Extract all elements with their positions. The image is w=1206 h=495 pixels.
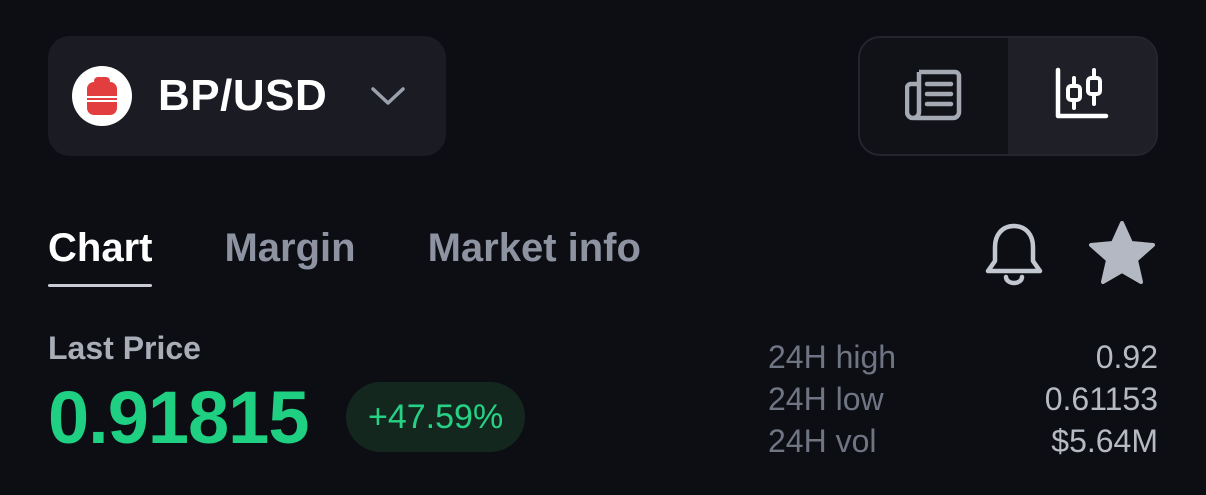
last-price-label: Last Price [48,330,201,366]
stats-panel: 24H high 0.92 24H low 0.61153 24H vol $5… [768,336,1158,462]
stat-row-high: 24H high 0.92 [768,336,1158,378]
last-price-value: 0.91815 [48,376,309,459]
bell-icon [983,221,1045,292]
tab-chart[interactable]: Chart [48,226,153,287]
stat-row-volume: 24H vol $5.64M [768,420,1158,462]
stat-value: 0.92 [1095,339,1158,375]
stat-label: 24H high [768,339,897,375]
candlestick-chart-icon [1054,66,1110,127]
pair-selector[interactable]: BP/USD [48,36,446,156]
stat-label: 24H low [768,381,884,417]
stat-label: 24H vol [768,423,877,459]
stat-row-low: 24H low 0.61153 [768,378,1158,420]
chart-view-button[interactable] [1008,38,1156,154]
chevron-down-icon [371,86,405,106]
favorite-button[interactable] [1086,220,1158,290]
star-icon [1087,220,1157,291]
price-alert-button[interactable] [982,222,1046,290]
tab-margin[interactable]: Margin [224,226,355,287]
tab-market-info[interactable]: Market info [428,226,641,287]
stat-value: $5.64M [1051,423,1158,459]
news-icon [904,66,963,127]
price-change-badge: +47.59% [346,382,526,452]
pair-name: BP/USD [158,71,328,120]
market-header: BP/USD Chart Margin Market info Last Pri… [0,0,1206,495]
stat-value: 0.61153 [1044,381,1158,417]
view-toggle [858,36,1158,156]
tab-bar: Chart Margin Market info [48,226,641,287]
backpack-icon [72,66,132,126]
news-view-button[interactable] [860,38,1008,154]
